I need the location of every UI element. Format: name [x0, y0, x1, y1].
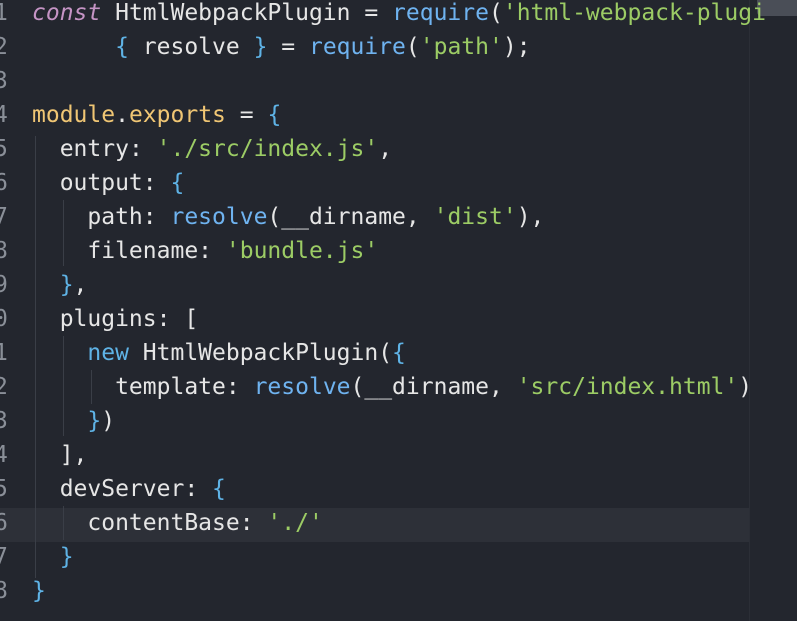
code-token: { — [212, 476, 226, 502]
code-token: , — [73, 272, 88, 298]
code-text: } — [32, 574, 46, 608]
code-token: (__dirname, — [350, 374, 517, 400]
line-number: 6 — [0, 510, 8, 536]
code-token: output — [32, 170, 143, 196]
line-number: 3 — [0, 408, 8, 434]
code-token: new — [32, 340, 143, 366]
code-token: exports — [128, 102, 240, 128]
code-token: = — [364, 0, 393, 26]
code-token: plugins — [32, 306, 157, 332]
code-token: } — [32, 544, 74, 570]
code-text: { resolve } = require('path'); — [32, 30, 531, 64]
code-text: contentBase: './' — [32, 506, 323, 540]
code-token: 'path' — [419, 34, 503, 60]
line-number: 4 — [0, 442, 8, 468]
code-token: } — [253, 34, 282, 60]
code-text: new HtmlWebpackPlugin({ — [32, 336, 406, 370]
code-token: } — [32, 578, 46, 604]
code-text: output: { — [32, 166, 185, 200]
line-number: 1 — [0, 0, 8, 26]
code-text: const HtmlWebpackPlugin = require('html-… — [32, 0, 766, 30]
code-token: ( — [378, 340, 393, 366]
code-token: = — [281, 34, 309, 60]
code-text: ], — [32, 438, 88, 472]
code-text: plugins: [ — [32, 302, 198, 336]
code-text: devServer: { — [32, 472, 226, 506]
line-number: 8 — [0, 238, 8, 264]
code-token: : — [198, 238, 226, 264]
code-text: path: resolve(__dirname, 'dist'), — [32, 200, 544, 234]
line-number: 4 — [0, 102, 8, 128]
code-token: : — [142, 170, 171, 196]
code-token: path — [32, 204, 143, 230]
code-token: : — [225, 374, 254, 400]
line-number: 1 — [0, 340, 8, 366]
code-token: (__dirname, — [267, 204, 434, 230]
line-number: 7 — [0, 204, 8, 230]
code-token: : [ — [156, 306, 199, 332]
code-token: : — [239, 510, 268, 536]
code-token: . — [115, 102, 129, 128]
code-token: contentBase — [32, 510, 240, 536]
code-token: const — [32, 0, 116, 26]
code-token: ) — [738, 374, 753, 400]
code-token: template — [32, 374, 226, 400]
code-text: filename: 'bundle.js' — [32, 234, 378, 268]
code-token: resolve — [170, 204, 268, 230]
minimap-scrollbar[interactable] — [749, 0, 797, 621]
code-token: { — [267, 102, 282, 128]
code-token: HtmlWebpackPlugin — [115, 0, 365, 26]
code-token: require — [308, 34, 406, 60]
code-token: = — [239, 102, 268, 128]
code-text: } — [32, 540, 74, 574]
code-token: : — [142, 204, 171, 230]
code-text: module.exports = { — [32, 98, 281, 132]
code-text: entry: './src/index.js', — [32, 132, 392, 166]
line-number: 6 — [0, 170, 8, 196]
line-number: 5 — [0, 476, 8, 502]
code-token: ), — [516, 204, 545, 230]
code-token: : — [128, 136, 157, 162]
code-token: filename — [32, 238, 199, 264]
line-number: 7 — [0, 544, 8, 570]
code-token: './' — [267, 510, 323, 536]
code-token: } — [32, 408, 102, 434]
code-token: ], — [32, 442, 88, 468]
code-token: resolve — [142, 34, 254, 60]
code-token: { — [392, 340, 406, 366]
line-number: 0 — [0, 306, 8, 332]
code-token: ( — [488, 0, 503, 26]
code-token: 'dist' — [433, 204, 517, 230]
code-token: devServer — [32, 476, 185, 502]
line-number: 8 — [0, 578, 8, 604]
code-token: } — [32, 272, 74, 298]
code-token: 'src/index.html' — [516, 374, 739, 400]
code-editor[interactable]: 1 const HtmlWebpackPlugin = require('html… — [0, 0, 797, 621]
code-token: { — [170, 170, 185, 196]
code-token: './src/index.js' — [156, 136, 379, 162]
code-token: module — [32, 102, 116, 128]
line-number: 2 — [0, 34, 8, 60]
code-token: ( — [405, 34, 420, 60]
code-text: }, — [32, 268, 88, 302]
code-token: ) — [101, 408, 116, 434]
code-token: require — [392, 0, 489, 26]
line-number: 5 — [0, 136, 8, 162]
code-token: 'bundle.js' — [225, 238, 379, 264]
code-text: }) — [32, 404, 115, 438]
code-token: : — [184, 476, 213, 502]
code-text: template: resolve(__dirname, 'src/index.… — [32, 370, 752, 404]
line-number: 2 — [0, 374, 8, 400]
code-token: entry — [32, 136, 129, 162]
code-token: 'html-webpack-plugi — [502, 0, 766, 26]
line-number: 3 — [0, 68, 8, 94]
code-token: resolve — [253, 374, 351, 400]
code-token: { — [32, 34, 143, 60]
code-token: HtmlWebpackPlugin — [142, 340, 379, 366]
line-number: 9 — [0, 272, 8, 298]
code-token: , — [378, 136, 393, 162]
code-token: ); — [502, 34, 531, 60]
